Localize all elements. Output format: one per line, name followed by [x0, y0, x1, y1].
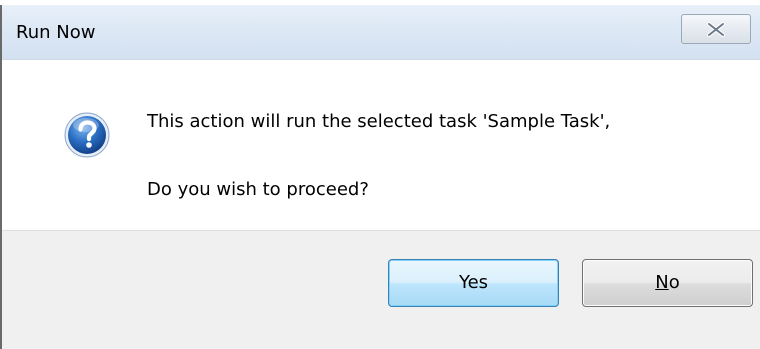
no-label: No: [655, 272, 679, 293]
message-area: This action will run the selected task '…: [2, 60, 760, 230]
yes-label: Yes: [458, 272, 489, 293]
no-label-rest: o: [668, 272, 680, 293]
no-mnemonic: N: [655, 272, 669, 293]
yes-button[interactable]: Yes: [388, 259, 559, 307]
button-bar: Yes No: [2, 230, 760, 349]
screen: Run Now This action will run the selecte…: [0, 0, 760, 349]
run-now-dialog: Run Now This action will run the selecte…: [0, 5, 760, 349]
close-icon: [707, 22, 725, 37]
window-title: Run Now: [16, 22, 96, 43]
question-icon: [64, 112, 110, 158]
message-line-2: Do you wish to proceed?: [147, 179, 369, 200]
message-line-1: This action will run the selected task '…: [147, 111, 611, 132]
title-bar[interactable]: Run Now: [2, 5, 760, 60]
close-button[interactable]: [681, 14, 751, 44]
no-button[interactable]: No: [582, 259, 753, 307]
